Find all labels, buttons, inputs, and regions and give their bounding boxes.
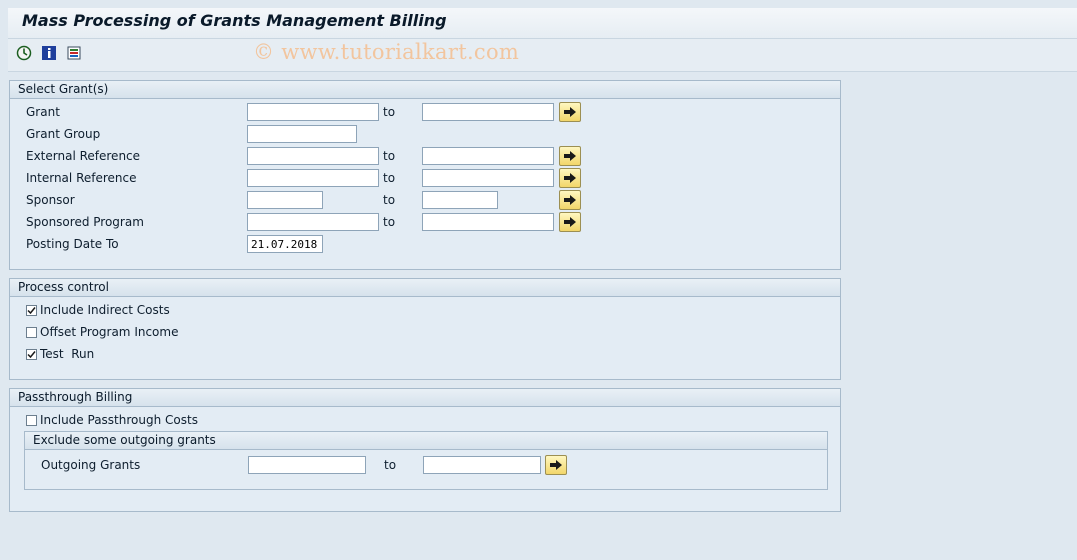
sponsored-program-to-label: to	[383, 215, 396, 229]
grant-to-label: to	[383, 105, 396, 119]
include-passthrough-costs-label: Include Passthrough Costs	[40, 413, 198, 427]
passthrough-billing-heading: Passthrough Billing	[10, 389, 840, 407]
passthrough-billing-group: Passthrough Billing Include Passthrough …	[9, 388, 841, 512]
selection-options-icon[interactable]	[66, 45, 82, 61]
sponsor-from-input[interactable]	[247, 191, 323, 209]
application-toolbar: © www.tutorialkart.com	[8, 39, 1077, 72]
checkmark-icon	[27, 351, 36, 359]
grant-to-input[interactable]	[422, 103, 554, 121]
external-reference-multiple-selection-button[interactable]	[559, 146, 581, 166]
title-bar: Mass Processing of Grants Management Bil…	[8, 8, 1077, 39]
arrow-right-icon	[564, 107, 576, 117]
page-title: Mass Processing of Grants Management Bil…	[22, 11, 447, 30]
arrow-right-icon	[564, 217, 576, 227]
sponsor-to-input[interactable]	[422, 191, 498, 209]
sponsored-program-multiple-selection-button[interactable]	[559, 212, 581, 232]
select-grants-heading: Select Grant(s)	[10, 81, 840, 99]
exclude-outgoing-grants-heading: Exclude some outgoing grants	[25, 432, 827, 450]
sponsored-program-label: Sponsored Program	[26, 215, 144, 229]
include-passthrough-costs-checkbox[interactable]	[26, 415, 37, 426]
arrow-right-icon	[564, 173, 576, 183]
arrow-right-icon	[564, 151, 576, 161]
outgoing-grants-from-input[interactable]	[248, 456, 366, 474]
grant-group-label: Grant Group	[26, 127, 101, 141]
outgoing-grants-multiple-selection-button[interactable]	[545, 455, 567, 475]
posting-date-to-input[interactable]	[247, 235, 323, 253]
test-run-label: Test Run	[40, 347, 95, 361]
external-reference-to-label: to	[383, 149, 396, 163]
outgoing-grants-to-label: to	[384, 458, 397, 472]
offset-program-income-label: Offset Program Income	[40, 325, 179, 339]
arrow-right-icon	[550, 460, 562, 470]
outgoing-grants-label: Outgoing Grants	[41, 458, 141, 472]
grant-multiple-selection-button[interactable]	[559, 102, 581, 122]
internal-reference-label: Internal Reference	[26, 171, 137, 185]
watermark: © www.tutorialkart.com	[253, 40, 520, 64]
selection-screen: Select Grant(s) Grant to Grant Group Ext…	[8, 72, 1077, 560]
internal-reference-from-input[interactable]	[247, 169, 379, 187]
internal-reference-multiple-selection-button[interactable]	[559, 168, 581, 188]
grant-from-input[interactable]	[247, 103, 379, 121]
external-reference-label: External Reference	[26, 149, 141, 163]
test-run-checkbox[interactable]	[26, 349, 37, 360]
sponsor-to-label: to	[383, 193, 396, 207]
execute-icon[interactable]	[16, 45, 32, 61]
internal-reference-to-input[interactable]	[422, 169, 554, 187]
grant-group-input[interactable]	[247, 125, 357, 143]
exclude-outgoing-grants-group: Exclude some outgoing grants Outgoing Gr…	[24, 431, 828, 490]
include-indirect-costs-checkbox[interactable]	[26, 305, 37, 316]
select-grants-group: Select Grant(s) Grant to Grant Group Ext…	[9, 80, 841, 270]
posting-date-to-label: Posting Date To	[26, 237, 119, 251]
program-info-icon[interactable]	[41, 45, 57, 61]
sponsored-program-from-input[interactable]	[247, 213, 379, 231]
outgoing-grants-to-input[interactable]	[423, 456, 541, 474]
sponsor-label: Sponsor	[26, 193, 75, 207]
offset-program-income-checkbox[interactable]	[26, 327, 37, 338]
external-reference-from-input[interactable]	[247, 147, 379, 165]
internal-reference-to-label: to	[383, 171, 396, 185]
grant-label: Grant	[26, 105, 60, 119]
process-control-group: Process control Include Indirect Costs O…	[9, 278, 841, 380]
sponsor-multiple-selection-button[interactable]	[559, 190, 581, 210]
arrow-right-icon	[564, 195, 576, 205]
process-control-heading: Process control	[10, 279, 840, 297]
checkmark-icon	[27, 307, 36, 315]
external-reference-to-input[interactable]	[422, 147, 554, 165]
sponsored-program-to-input[interactable]	[422, 213, 554, 231]
include-indirect-costs-label: Include Indirect Costs	[40, 303, 170, 317]
